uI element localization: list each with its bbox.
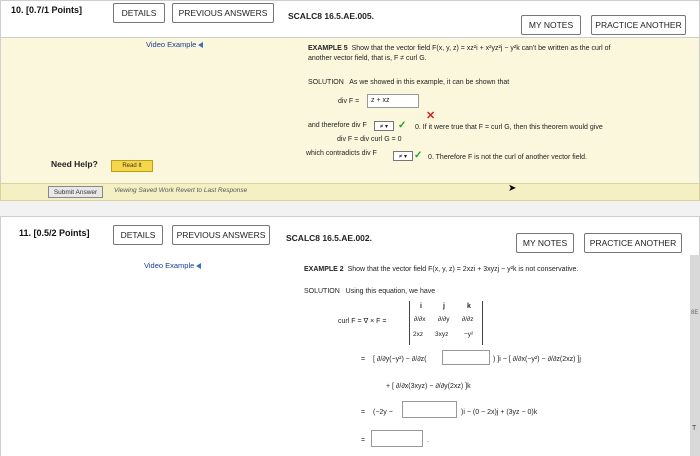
video-example-link[interactable]: Video Example: [146, 40, 204, 49]
example-line: EXAMPLE 2 Show that the vector field F(x…: [304, 266, 578, 273]
details-button[interactable]: DETAILS: [113, 3, 165, 23]
equals-sign: =: [361, 356, 366, 363]
solution-text: As we showed in this example, it can be …: [349, 79, 510, 86]
my-notes-button[interactable]: MY NOTES: [516, 233, 574, 253]
therefore-text: 0. Therefore F is not the curl of anothe…: [428, 154, 588, 161]
my-notes-button[interactable]: MY NOTES: [521, 15, 581, 35]
question-10-footer: Submit Answer Viewing Saved Work Revert …: [0, 183, 700, 201]
answer-field-2[interactable]: [402, 401, 457, 418]
relation-select-2[interactable]: ≠ ▾: [393, 151, 413, 161]
matrix-2xz: 2xz: [413, 331, 424, 338]
curl-line-3a: (−2y −: [373, 409, 393, 416]
matrix-j: j: [443, 303, 445, 310]
solution-label: SOLUTION: [304, 288, 340, 295]
example-line: EXAMPLE 5 Show that the vector field F(x…: [308, 45, 611, 52]
example-text-2: another vector field, that is, F ≠ curl …: [308, 55, 427, 62]
speaker-icon: [198, 42, 204, 49]
question-11-header: 11. [0.5/2 Points] DETAILS PREVIOUS ANSW…: [0, 216, 700, 256]
equals-sign: =: [361, 437, 366, 444]
details-button[interactable]: DETAILS: [113, 225, 163, 245]
solution-line: SOLUTION Using this equation, we have: [304, 288, 435, 295]
curl-label: curl F = ∇ × F =: [338, 318, 387, 325]
example-title: EXAMPLE 2: [304, 266, 344, 273]
right-side-strip: 8E T: [690, 255, 700, 456]
curl-line-3b: )i − (0 − 2x)j + (3yz − 0)k: [461, 409, 538, 416]
side-text-1: 8E: [691, 310, 699, 316]
matrix-dx: ∂/∂x: [414, 316, 426, 323]
incorrect-icon: ✕: [426, 110, 436, 122]
zero-text: 0. If it were true that F = curl G, then…: [415, 124, 603, 131]
solution-text: Using this equation, we have: [345, 288, 436, 295]
div-label: div F =: [338, 98, 360, 105]
matrix-dz: ∂/∂z: [462, 316, 474, 323]
practice-another-button[interactable]: PRACTICE ANOTHER: [584, 233, 682, 253]
submit-answer-button[interactable]: Submit Answer: [48, 186, 103, 198]
question-10-header: 10. [0.7/1 Points] DETAILS PREVIOUS ANSW…: [0, 0, 700, 38]
curl-matrix: i j k ∂/∂x ∂/∂y ∂/∂z 2xz 3xyz −y²: [409, 301, 483, 345]
div-answer-field[interactable]: z + xz: [367, 94, 419, 108]
matrix-dy: ∂/∂y: [438, 316, 450, 323]
final-period: .: [427, 437, 429, 444]
contradicts-text: which contradicts div F: [306, 150, 377, 157]
matrix-3xyz: 3xyz: [435, 331, 449, 338]
read-it-button[interactable]: Read It: [111, 160, 153, 172]
example-text: Show that the vector field F(x, y, z) = …: [351, 45, 611, 52]
correct-check-icon: ✓: [398, 120, 407, 131]
question-number: 10. [0.7/1 Points]: [11, 5, 83, 15]
matrix-i: i: [420, 303, 422, 310]
video-example-label: Video Example: [146, 40, 197, 49]
answer-field-1[interactable]: [442, 350, 490, 365]
viewing-saved-work-link[interactable]: Viewing Saved Work Revert to Last Respon…: [114, 187, 247, 194]
solution-line: SOLUTION As we showed in this example, i…: [308, 79, 509, 86]
matrix-y2: −y²: [464, 331, 474, 338]
practice-another-button[interactable]: PRACTICE ANOTHER: [591, 15, 686, 35]
cursor-icon: ➤: [508, 183, 517, 194]
and-therefore-text: and therefore div F: [308, 122, 367, 129]
matrix-k: k: [467, 303, 471, 310]
previous-answers-button[interactable]: PREVIOUS ANSWERS: [172, 225, 270, 245]
answer-field-3[interactable]: [371, 430, 423, 447]
side-text-2: T: [692, 425, 697, 432]
video-example-label: Video Example: [144, 261, 195, 270]
div-curl-text: div F = div curl G = 0: [337, 136, 402, 143]
example-title: EXAMPLE 5: [308, 45, 348, 52]
previous-answers-button[interactable]: PREVIOUS ANSWERS: [172, 3, 274, 23]
question-11-body: Video Example EXAMPLE 2 Show that the ve…: [0, 255, 690, 456]
curl-line-1b: ) ]i − [ ∂/∂x(−y²) − ∂/∂z(2xz) ]j: [493, 356, 581, 363]
curl-line-1a: [ ∂/∂y(−y²) − ∂/∂z(: [373, 356, 427, 363]
solution-label: SOLUTION: [308, 79, 344, 86]
relation-select-1[interactable]: ≠ ▾: [374, 121, 394, 131]
question-id: SCALC8 16.5.AE.005.: [288, 11, 374, 21]
need-help-label: Need Help?: [51, 159, 98, 169]
question-number: 11. [0.5/2 Points]: [19, 228, 90, 238]
curl-line-2: + [ ∂/∂x(3xyz) − ∂/∂y(2xz) ]k: [386, 383, 471, 390]
equals-sign: =: [361, 409, 366, 416]
correct-check-icon: ✓: [414, 150, 423, 161]
question-id: SCALC8 16.5.AE.002.: [286, 233, 372, 243]
example-text: Show that the vector field F(x, y, z) = …: [347, 266, 579, 273]
speaker-icon: [196, 263, 202, 270]
question-10-body: Video Example EXAMPLE 5 Show that the ve…: [0, 38, 700, 200]
video-example-link[interactable]: Video Example: [144, 261, 202, 270]
